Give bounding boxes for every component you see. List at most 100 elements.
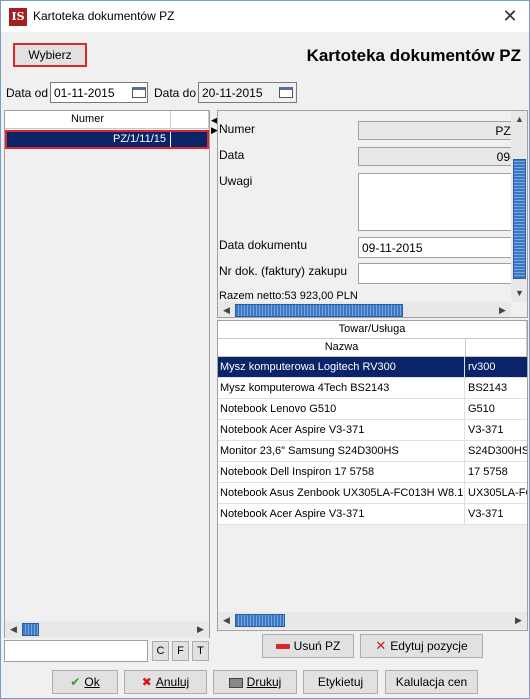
cell-divider	[170, 132, 171, 147]
kod-cell: BS2143	[468, 382, 508, 394]
calendar-icon[interactable]	[132, 87, 146, 98]
numer-field: PZ/	[358, 121, 518, 140]
select-button-label: Wybierz	[28, 48, 72, 62]
numer-column-header[interactable]: Numer	[5, 111, 171, 129]
scroll-down-icon[interactable]: ▼	[511, 285, 527, 302]
title-bar: IS Kartoteka dokumentów PZ ✕	[1, 1, 529, 32]
razem-netto-text: Razem netto:53 923,00 PLN	[219, 290, 358, 302]
date-from-value: 01-11-2015	[54, 86, 115, 100]
grid-horizontal-scrollbar[interactable]: ◀ ▶	[218, 612, 527, 629]
edit-items-button[interactable]: ✕ Edytuj pozycje	[360, 634, 483, 658]
price-calculation-label: Kalulacja cen	[395, 675, 468, 689]
data-label: Data	[219, 148, 245, 162]
uwagi-label: Uwagi	[219, 174, 253, 188]
uwagi-textarea[interactable]	[358, 173, 518, 231]
scroll-thumb[interactable]	[513, 159, 526, 279]
cancel-label: Anuluj	[155, 675, 190, 689]
tools-icon: ✕	[375, 638, 387, 653]
nazwa-cell: Mysz komputerowa Logitech RV300	[219, 357, 465, 378]
scroll-right-icon[interactable]: ▶	[494, 302, 511, 317]
nazwa-cell: Monitor 23,6" Samsung S24D300HS	[219, 441, 465, 462]
delete-pz-button[interactable]: Usuń PZ	[262, 634, 354, 658]
main-window: IS Kartoteka dokumentów PZ ✕ Wybierz Kar…	[0, 0, 530, 699]
cross-icon: ✖	[141, 675, 152, 689]
table-row[interactable]: Notebook Lenovo G510 G510	[218, 399, 527, 420]
page-title: Kartoteka dokumentów PZ	[306, 46, 521, 65]
ok-button[interactable]: ✔ Ok	[52, 670, 118, 694]
towar-usluga-group-header: Towar/Usługa	[218, 321, 527, 339]
window-title: Kartoteka dokumentów PZ	[33, 9, 175, 23]
nazwa-cell: Notebook Dell Inspiron 17 5758	[219, 462, 465, 483]
filter-button-c[interactable]: C	[152, 641, 169, 661]
checkmark-icon: ✔	[70, 675, 81, 689]
date-to-value: 20-11-2015	[202, 86, 263, 100]
kod-cell: UX305LA-FC	[468, 487, 528, 499]
list-item[interactable]: PZ/1/11/15	[5, 130, 209, 149]
edit-items-label: Edytuj pozycje	[390, 639, 468, 653]
kod-cell: V3-371	[468, 424, 504, 436]
nr-dok-label: Nr dok. (faktury) zakupu	[219, 264, 348, 278]
nazwa-cell: Mysz komputerowa 4Tech BS2143	[219, 378, 465, 399]
kod-cell: rv300	[468, 361, 496, 373]
items-grid-panel: Towar/Usługa Nazwa Mysz komputerowa Logi…	[217, 320, 528, 631]
calendar-icon[interactable]	[279, 87, 293, 98]
kod-cell: S24D300HS	[468, 445, 528, 457]
close-icon[interactable]: ✕	[495, 4, 525, 28]
scroll-thumb[interactable]	[235, 614, 285, 627]
table-row[interactable]: Mysz komputerowa Logitech RV300 rv300	[218, 357, 527, 378]
nazwa-column-header[interactable]: Nazwa	[218, 339, 466, 357]
table-row[interactable]: Mysz komputerowa 4Tech BS2143 BS2143	[218, 378, 527, 399]
kod-cell: V3-371	[468, 508, 504, 520]
price-calculation-button[interactable]: Kalulacja cen	[385, 670, 478, 694]
table-row[interactable]: Notebook Asus Zenbook UX305LA-FC013H W8.…	[218, 483, 527, 504]
scroll-left-icon[interactable]: ◀	[218, 612, 235, 629]
cancel-button[interactable]: ✖ Anuluj	[124, 670, 207, 694]
nazwa-cell: Notebook Asus Zenbook UX305LA-FC013H W8.…	[219, 483, 465, 504]
table-row[interactable]: Monitor 23,6" Samsung S24D300HS S24D300HS	[218, 441, 527, 462]
column-header-filler	[171, 111, 209, 129]
date-to-label: Data do	[154, 86, 197, 100]
print-label: Drukuj	[246, 675, 282, 689]
date-from-label: Data od	[6, 86, 49, 100]
app-logo-icon: IS	[9, 8, 27, 26]
items-grid-rows: Mysz komputerowa Logitech RV300 rv300 Mysz…	[218, 357, 527, 607]
labels-button[interactable]: Etykietuj	[303, 670, 378, 694]
details-panel: Numer PZ/ Data 09- Uwagi Data dokumentu …	[217, 110, 528, 318]
ok-label: Ok	[84, 675, 100, 689]
numer-label: Numer	[219, 122, 256, 136]
kod-column-header[interactable]	[466, 339, 527, 357]
delete-pz-label: Usuń PZ	[293, 639, 341, 653]
data-dokumentu-label: Data dokumentu	[219, 238, 308, 252]
list-item-number: PZ/1/11/15	[113, 133, 166, 145]
details-vertical-scrollbar[interactable]: ▲ ▼	[511, 111, 527, 302]
table-row[interactable]: Notebook Acer Aspire V3-371 V3-371	[218, 420, 527, 441]
scroll-thumb[interactable]	[22, 623, 39, 636]
nazwa-cell: Notebook Acer Aspire V3-371	[219, 420, 465, 441]
labels-label: Etykietuj	[317, 675, 364, 689]
data-dokumentu-field[interactable]: 09-11-2015	[358, 237, 518, 258]
scroll-up-icon[interactable]: ▲	[511, 111, 527, 128]
scroll-left-icon[interactable]: ◀	[5, 621, 22, 638]
minus-icon	[275, 644, 290, 650]
kod-cell: G510	[468, 403, 495, 415]
details-horizontal-scrollbar[interactable]: ◀ ▶	[218, 302, 511, 317]
nr-dok-field[interactable]	[358, 263, 518, 284]
table-row[interactable]: Notebook Acer Aspire V3-371 V3-371	[218, 504, 527, 525]
printer-icon	[228, 677, 243, 688]
scroll-right-icon[interactable]: ▶	[192, 621, 209, 638]
list-horizontal-scrollbar[interactable]: ◀ ▶	[5, 621, 209, 638]
nazwa-cell: Notebook Lenovo G510	[219, 399, 465, 420]
scroll-left-icon[interactable]: ◀	[218, 302, 235, 317]
nazwa-cell: Notebook Acer Aspire V3-371	[219, 504, 465, 525]
table-row[interactable]: Notebook Dell Inspiron 17 5758 17 5758	[218, 462, 527, 483]
print-button[interactable]: Drukuj	[213, 670, 297, 694]
filter-button-f[interactable]: F	[172, 641, 189, 661]
kod-cell: 17 5758	[468, 466, 508, 478]
data-dokumentu-value: 09-11-2015	[362, 241, 423, 255]
filter-button-t[interactable]: T	[192, 641, 209, 661]
scroll-right-icon[interactable]: ▶	[510, 612, 527, 629]
scroll-thumb[interactable]	[235, 304, 403, 317]
list-search-input[interactable]	[4, 640, 148, 662]
document-list-panel: Numer PZ/1/11/15 ◀ ▶	[4, 110, 210, 638]
select-button[interactable]: Wybierz	[13, 43, 87, 67]
